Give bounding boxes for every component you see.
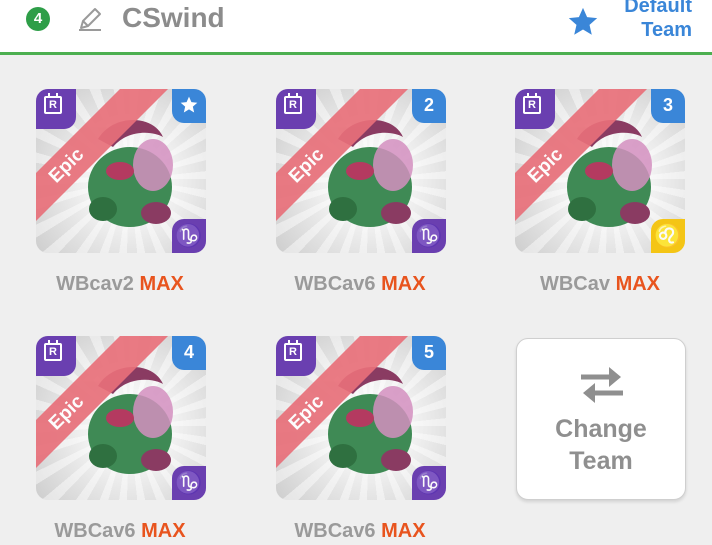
monster-level: MAX [381,520,426,542]
monster-name: WBCav [539,273,610,295]
monster-name-label: WBcav2 MAX [0,273,240,296]
monster-name: WBCav6 [294,520,376,542]
team-number-badge: 4 [26,7,50,31]
slot-number-badge: 4 [172,336,206,370]
team-name[interactable]: CSwind [122,2,225,34]
monster-card[interactable]: R Epic 2 ♑ [276,89,446,253]
monster-name: WBcav2 [56,273,134,295]
rarity-corner: R [36,89,76,129]
default-team-star-icon[interactable] [566,5,600,39]
monster-card[interactable]: R Epic 4 ♑ [36,336,206,500]
monster-name-label: WBCav6 MAX [0,520,240,543]
monster-name-label: WBCav6 MAX [240,273,480,296]
monster-level: MAX [141,520,186,542]
rarity-r-icon: R [284,93,302,114]
rarity-r-icon: R [284,340,302,361]
monster-name: WBCav6 [294,273,376,295]
rarity-corner: R [276,336,316,376]
rarity-r-icon: R [523,93,541,114]
monster-level: MAX [381,273,426,295]
slot-number-badge: 3 [651,89,685,123]
change-team-button[interactable]: Change Team [516,338,686,500]
rarity-corner: R [276,89,316,129]
monster-card[interactable]: R Epic 3 ♌ [515,89,685,253]
zodiac-sign-icon: ♑ [412,219,446,253]
monster-level: MAX [615,273,661,295]
zodiac-sign-icon: ♌ [651,219,685,253]
monster-name-label: WBCav6 MAX [240,520,480,543]
monster-name-label: WBCav MAX [480,273,712,296]
leader-star-icon [180,96,198,113]
rarity-r-icon: R [44,93,62,114]
slot-number-badge: 5 [412,336,446,370]
swap-arrows-icon [581,367,623,403]
monster-level: MAX [139,273,184,295]
zodiac-sign-icon: ♑ [172,219,206,253]
leader-star-badge [172,89,206,123]
rarity-corner: R [36,336,76,376]
rarity-corner: R [515,89,555,129]
team-header: 4 CSwind Default Team [0,0,712,55]
zodiac-sign-icon: ♑ [412,466,446,500]
edit-pencil-icon[interactable] [76,5,104,33]
rarity-r-icon: R [44,340,62,361]
monster-card[interactable]: R Epic 5 ♑ [276,336,446,500]
zodiac-sign-icon: ♑ [172,466,206,500]
change-team-label: Change Team [555,415,647,475]
monster-name: WBCav6 [54,520,136,542]
monster-card[interactable]: R Epic ♑ [36,89,206,253]
slot-number-badge: 2 [412,89,446,123]
default-team-label[interactable]: Default Team [624,0,692,42]
